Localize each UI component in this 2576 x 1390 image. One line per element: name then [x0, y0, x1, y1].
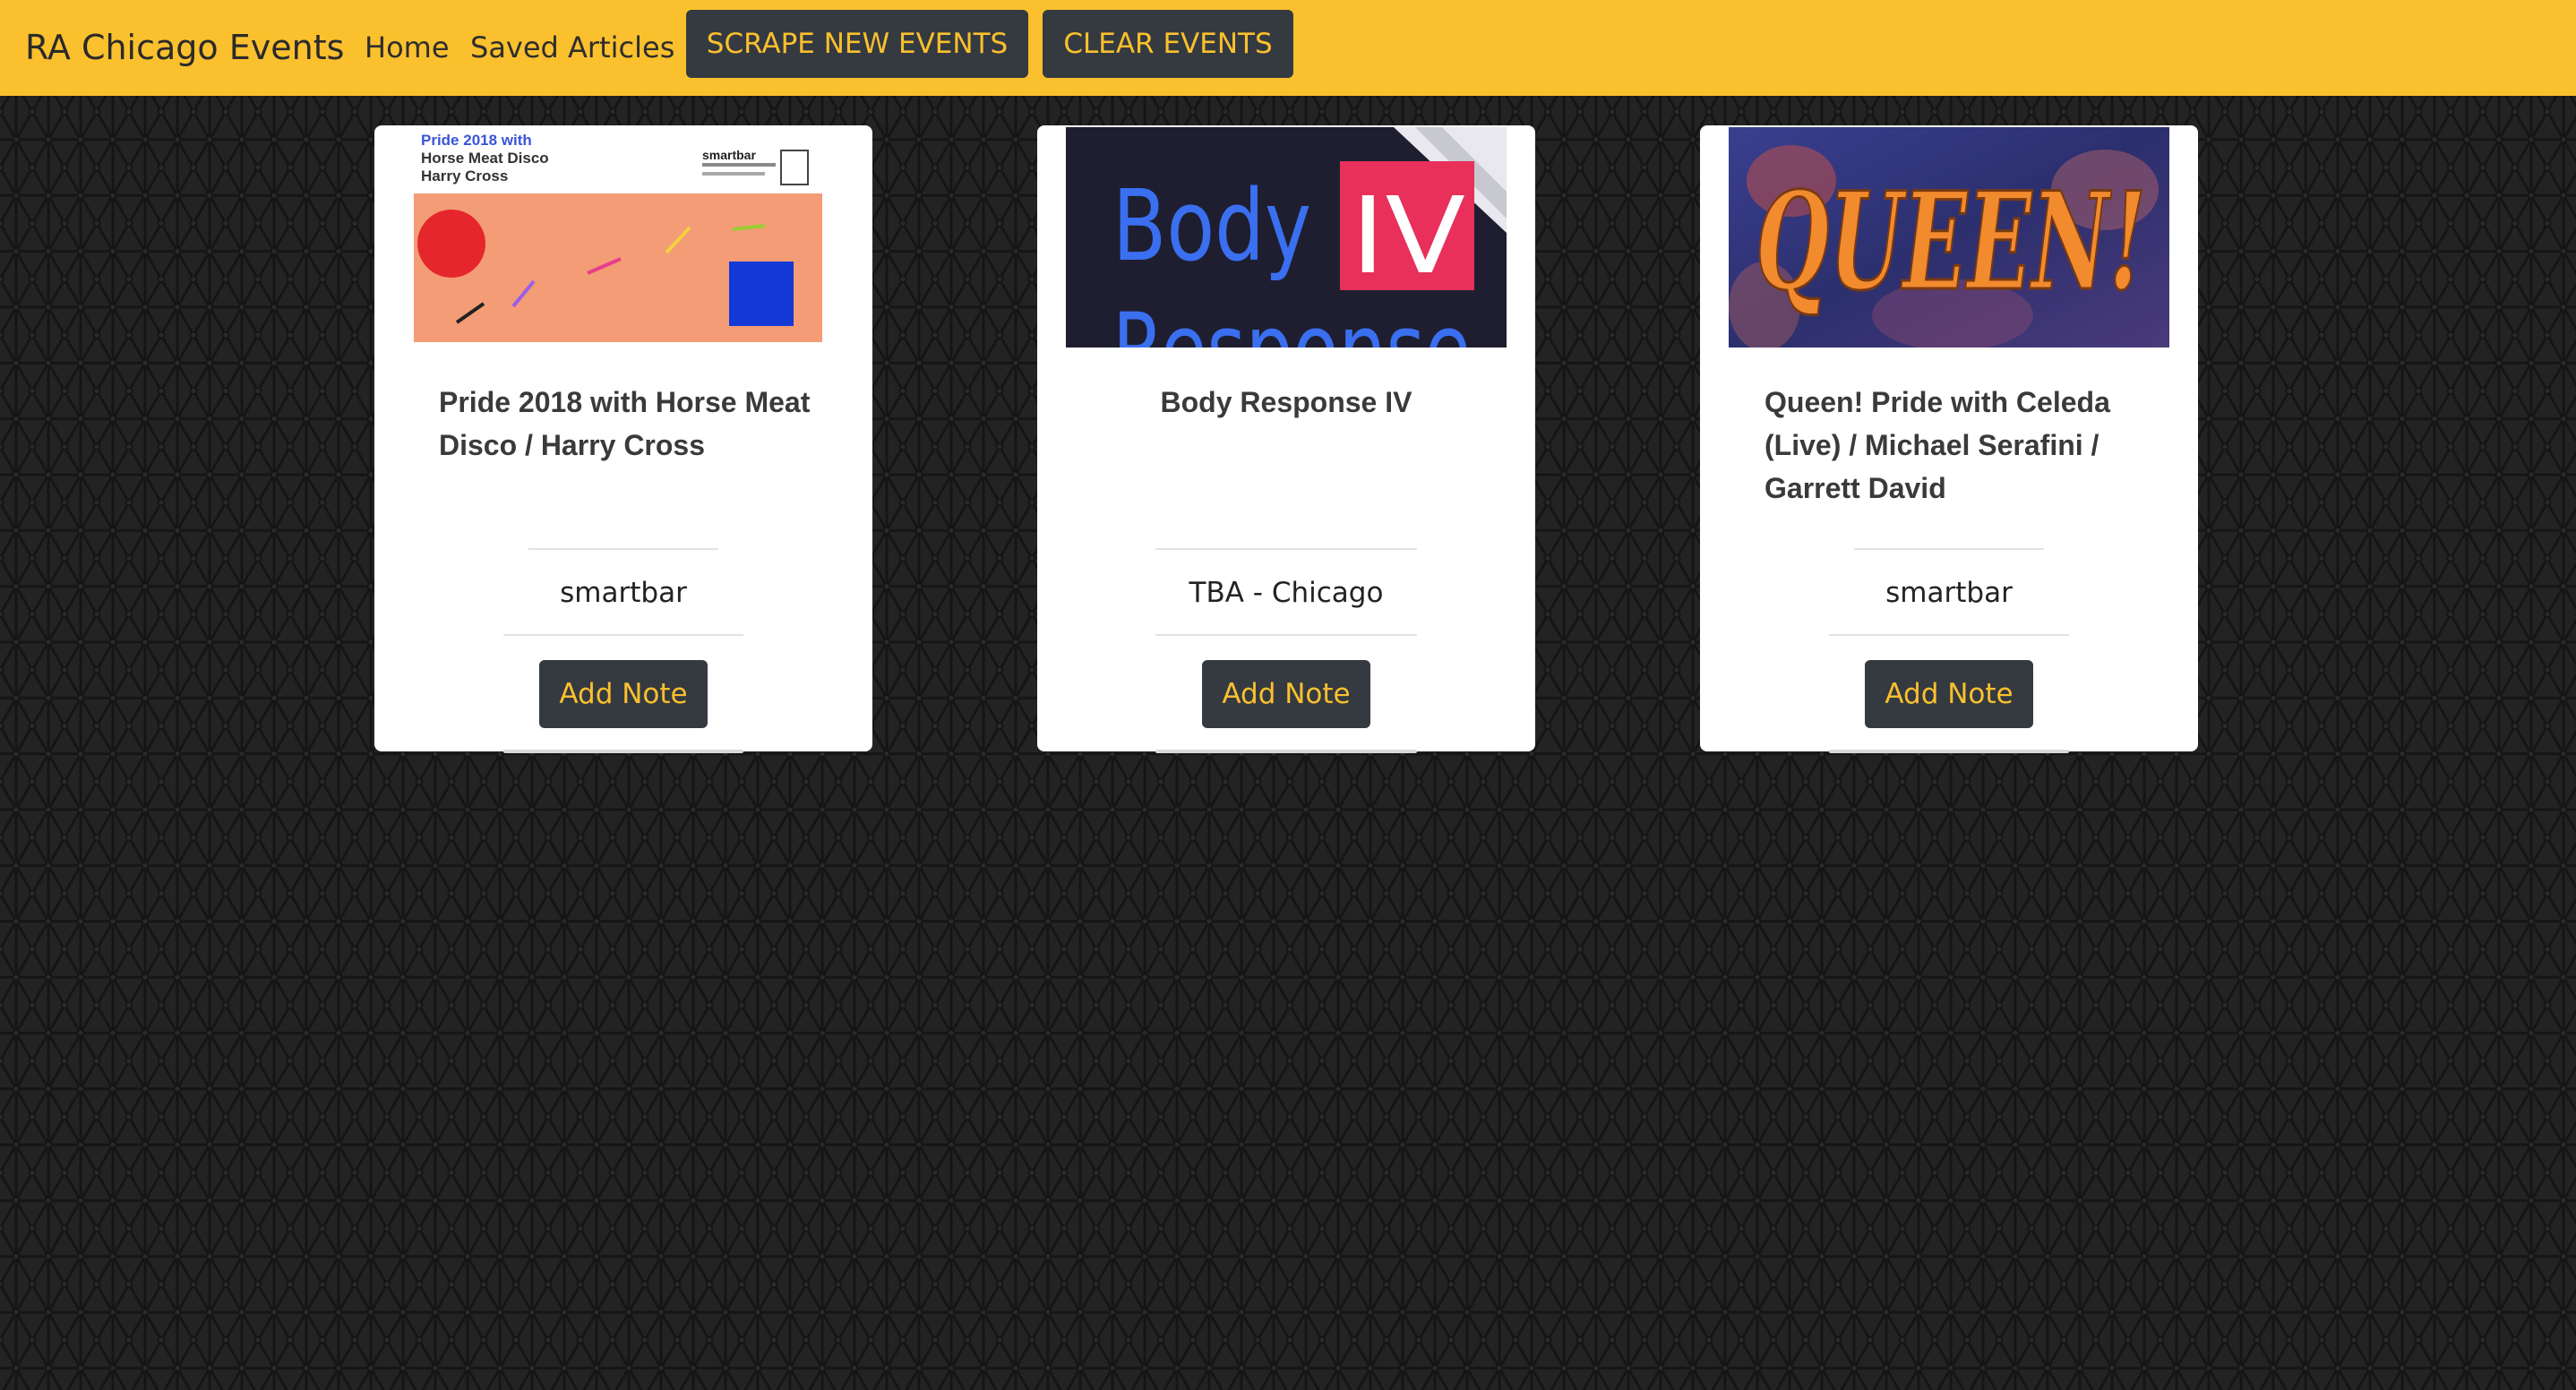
flyer-word: Response: [1112, 292, 1471, 348]
event-title: Pride 2018 with Horse Meat Disco / Harry…: [439, 386, 811, 461]
flyer-text-line: Harry Cross: [421, 167, 508, 184]
event-venue: smartbar: [1885, 577, 2013, 609]
add-note-button[interactable]: Add Note: [539, 660, 708, 728]
divider: [528, 548, 718, 550]
flyer-text-line: Pride 2018 with: [421, 132, 532, 149]
divider: [1829, 634, 2069, 636]
event-venue: smartbar: [560, 577, 687, 609]
event-title: Body Response IV: [1160, 386, 1413, 418]
divider: [1155, 548, 1417, 550]
scrape-new-events-button[interactable]: SCRAPE NEW EVENTS: [686, 10, 1028, 78]
divider: [1155, 634, 1417, 636]
card-bottom-edge: [1829, 750, 2069, 753]
divider: [503, 634, 743, 636]
divider: [1854, 548, 2044, 550]
clear-events-button[interactable]: CLEAR EVENTS: [1043, 10, 1293, 78]
event-flyer-image: Body IV Response: [1066, 127, 1507, 348]
event-venue: TBA - Chicago: [1189, 577, 1384, 609]
card-bottom-edge: [503, 750, 743, 753]
event-card: QUEEN! Queen! Pride with Celeda (Live) /…: [1700, 125, 2198, 753]
event-flyer-image: QUEEN!: [1729, 127, 2169, 348]
nav-saved-articles-link[interactable]: Saved Articles: [470, 0, 674, 96]
event-card: Pride 2018 with Horse Meat Disco Harry C…: [374, 125, 872, 753]
flyer-word: Body: [1112, 168, 1311, 283]
card-bottom-edge: [1155, 750, 1417, 753]
flyer-numeral: IV: [1351, 174, 1465, 297]
add-note-button[interactable]: Add Note: [1865, 660, 2033, 728]
flyer-word: QUEEN!: [1756, 163, 2146, 321]
flyer-text-line: Horse Meat Disco: [421, 150, 549, 167]
add-note-button[interactable]: Add Note: [1202, 660, 1370, 728]
brand-link[interactable]: RA Chicago Events: [25, 0, 344, 96]
top-navbar: RA Chicago Events Home Saved Articles SC…: [0, 0, 2576, 96]
event-title: Queen! Pride with Celeda (Live) / Michae…: [1765, 386, 2110, 504]
flyer-venue-mark: smartbar: [702, 148, 756, 162]
event-card: Body IV Response Body Response IV TBA - …: [1037, 125, 1535, 753]
event-flyer-image: Pride 2018 with Horse Meat Disco Harry C…: [403, 127, 844, 348]
nav-home-link[interactable]: Home: [365, 0, 450, 96]
